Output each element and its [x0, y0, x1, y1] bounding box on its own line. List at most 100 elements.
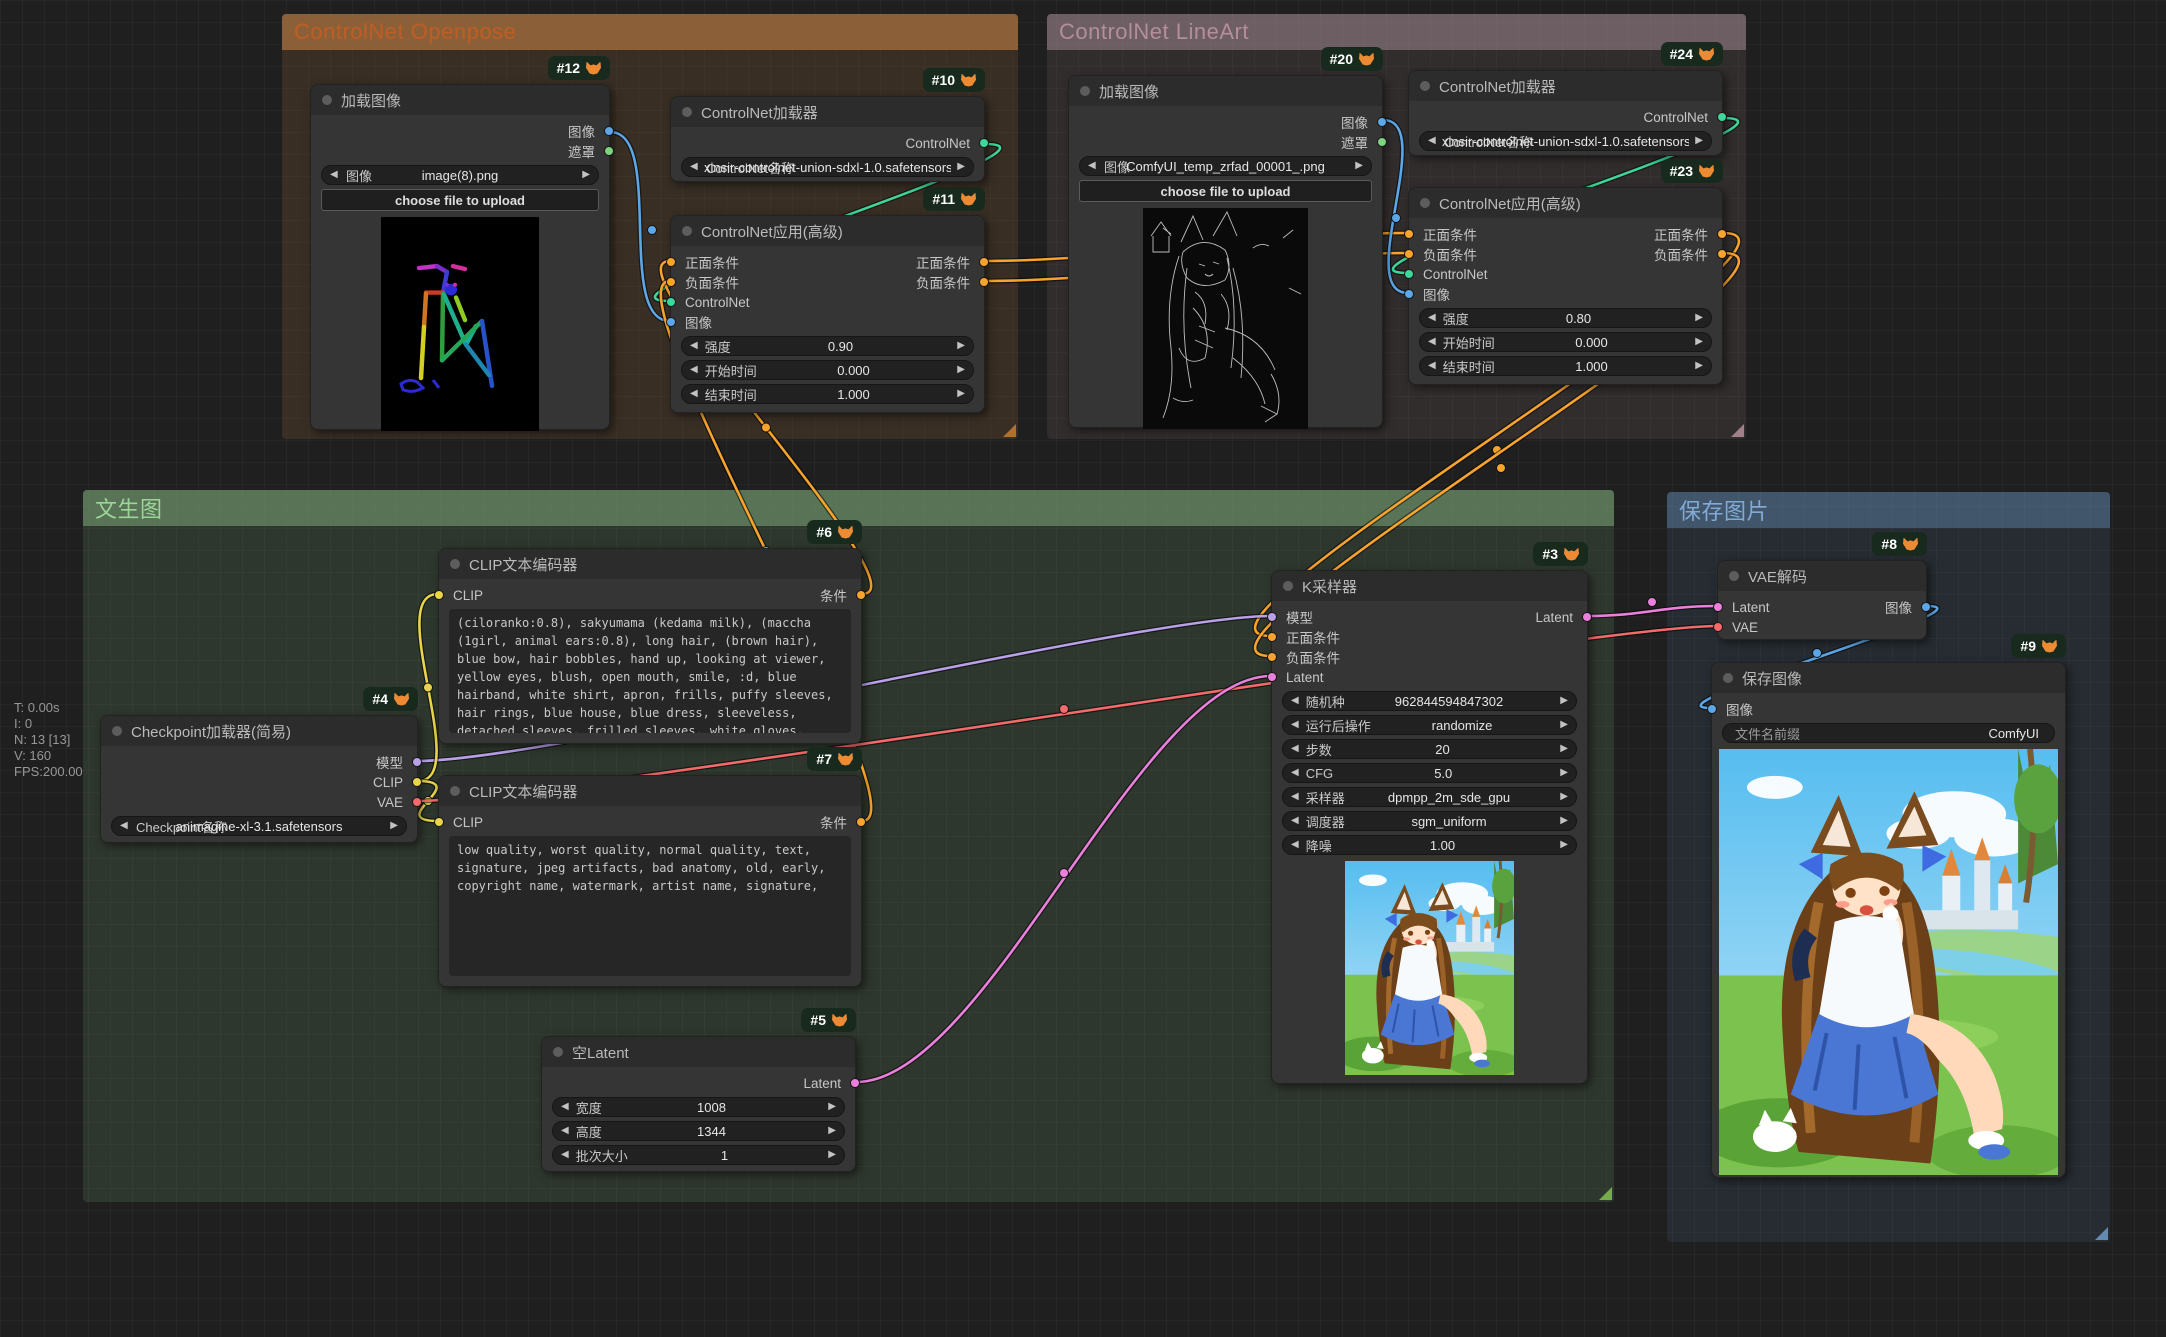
node-ControlNet应用(高级)[interactable]: ControlNet应用(高级)正面条件正面条件负面条件负面条件ControlN… [670, 215, 985, 413]
node-K采样器[interactable]: K采样器模型Latent正面条件负面条件Latent◀随机种9628445948… [1271, 570, 1588, 1084]
decrement-arrow-icon[interactable]: ◀ [1428, 337, 1436, 347]
decrement-arrow-icon[interactable]: ◀ [1291, 744, 1299, 754]
increment-arrow-icon[interactable]: ▶ [1560, 792, 1568, 802]
upload-button[interactable]: choose file to upload [1079, 180, 1372, 202]
combo-widget-Checkpoint名称[interactable]: ◀Checkpoint名称animagine-xl-3.1.safetensor… [111, 816, 407, 836]
output-port-遮罩[interactable] [1377, 137, 1387, 147]
decrement-arrow-icon[interactable]: ◀ [1291, 792, 1299, 802]
input-port-图像[interactable] [1404, 289, 1414, 299]
decrement-arrow-icon[interactable]: ◀ [561, 1102, 569, 1112]
input-port-负面条件[interactable] [666, 277, 676, 287]
node-title-bar[interactable]: 保存图像 [1712, 663, 2065, 693]
output-port-遮罩[interactable] [604, 146, 614, 156]
decrement-arrow-icon[interactable]: ◀ [561, 1126, 569, 1136]
input-port-负面条件[interactable] [1404, 249, 1414, 259]
number-widget-强度[interactable]: ◀强度0.80▶ [1419, 308, 1712, 328]
input-port-正面条件[interactable] [666, 257, 676, 267]
decrement-arrow-icon[interactable]: ◀ [690, 389, 698, 399]
node-CLIP文本编码器[interactable]: CLIP文本编码器CLIP条件low quality, worst qualit… [438, 775, 862, 987]
node-title-bar[interactable]: VAE解码 [1718, 561, 1926, 591]
input-port-VAE[interactable] [1713, 622, 1723, 632]
combo-widget-图像[interactable]: ◀图像image(8).png▶ [321, 165, 599, 185]
number-widget-降噪[interactable]: ◀降噪1.00▶ [1282, 835, 1577, 855]
node-title-bar[interactable]: 加载图像 [311, 85, 609, 115]
node-title-bar[interactable]: CLIP文本编码器 [439, 549, 861, 579]
node-title-bar[interactable]: ControlNet加载器 [1409, 71, 1722, 101]
input-port-CLIP[interactable] [434, 590, 444, 600]
number-widget-高度[interactable]: ◀高度1344▶ [552, 1121, 845, 1141]
number-widget-批次大小[interactable]: ◀批次大小1▶ [552, 1145, 845, 1165]
group-resize-handle[interactable] [2095, 1227, 2108, 1240]
number-widget-CFG[interactable]: ◀CFG5.0▶ [1282, 763, 1577, 783]
node-title-bar[interactable]: ControlNet应用(高级) [671, 216, 984, 246]
number-widget-开始时间[interactable]: ◀开始时间0.000▶ [681, 360, 974, 380]
output-port-ControlNet[interactable] [1717, 112, 1727, 122]
number-widget-步数[interactable]: ◀步数20▶ [1282, 739, 1577, 759]
input-port-正面条件[interactable] [1404, 229, 1414, 239]
group-resize-handle[interactable] [1003, 424, 1016, 437]
decrement-arrow-icon[interactable]: ◀ [1428, 313, 1436, 323]
increment-arrow-icon[interactable]: ▶ [1695, 337, 1703, 347]
decrement-arrow-icon[interactable]: ◀ [1291, 720, 1299, 730]
increment-arrow-icon[interactable]: ▶ [828, 1150, 836, 1160]
output-port-Latent[interactable] [1582, 612, 1592, 622]
number-widget-强度[interactable]: ◀强度0.90▶ [681, 336, 974, 356]
group-resize-handle[interactable] [1731, 424, 1744, 437]
combo-widget-ControlNet名称[interactable]: ◀ControlNet名称xinsir-controlnet-union-sdx… [1419, 131, 1712, 151]
increment-arrow-icon[interactable]: ▶ [1695, 361, 1703, 371]
input-port-Latent[interactable] [1713, 602, 1723, 612]
node-保存图像[interactable]: 保存图像图像文件名前缀ComfyUI [1711, 662, 2066, 1178]
node-加载图像[interactable]: 加载图像图像遮罩◀图像ComfyUI_temp_zrfad_00001_.png… [1068, 75, 1383, 428]
output-port-VAE[interactable] [412, 797, 422, 807]
output-port-正面条件[interactable] [979, 257, 989, 267]
prompt-textarea[interactable]: low quality, worst quality, normal quali… [449, 836, 851, 976]
node-CLIP文本编码器[interactable]: CLIP文本编码器CLIP条件(ciloranko:0.8), sakyumam… [438, 548, 862, 744]
output-port-条件[interactable] [856, 590, 866, 600]
input-port-图像[interactable] [666, 317, 676, 327]
group-resize-handle[interactable] [1599, 1187, 1612, 1200]
node-title-bar[interactable]: CLIP文本编码器 [439, 776, 861, 806]
output-port-CLIP[interactable] [412, 777, 422, 787]
number-widget-结束时间[interactable]: ◀结束时间1.000▶ [1419, 356, 1712, 376]
prompt-textarea[interactable]: (ciloranko:0.8), sakyumama (kedama milk)… [449, 609, 851, 733]
output-port-图像[interactable] [604, 126, 614, 136]
node-ControlNet应用(高级)[interactable]: ControlNet应用(高级)正面条件正面条件负面条件负面条件ControlN… [1408, 187, 1723, 385]
combo-widget-ControlNet名称[interactable]: ◀ControlNet名称xinsir-controlnet-union-sdx… [681, 157, 974, 177]
increment-arrow-icon[interactable]: ▶ [957, 341, 965, 351]
increment-arrow-icon[interactable]: ▶ [1560, 840, 1568, 850]
next-arrow-icon[interactable]: ▶ [390, 821, 398, 831]
decrement-arrow-icon[interactable]: ◀ [1291, 840, 1299, 850]
node-Checkpoint加载器(简易)[interactable]: Checkpoint加载器(简易)模型CLIPVAE◀Checkpoint名称a… [100, 715, 418, 843]
increment-arrow-icon[interactable]: ▶ [1560, 768, 1568, 778]
graph-canvas[interactable]: T: 0.00s I: 0 N: 13 [13] V: 160 FPS:200.… [0, 0, 2166, 1337]
next-arrow-icon[interactable]: ▶ [1355, 161, 1363, 171]
node-title-bar[interactable]: ControlNet应用(高级) [1409, 188, 1722, 218]
number-widget-采样器[interactable]: ◀采样器dpmpp_2m_sde_gpu▶ [1282, 787, 1577, 807]
prev-arrow-icon[interactable]: ◀ [330, 170, 338, 180]
decrement-arrow-icon[interactable]: ◀ [1291, 696, 1299, 706]
next-arrow-icon[interactable]: ▶ [1695, 136, 1703, 146]
node-空Latent[interactable]: 空LatentLatent◀宽度1008▶◀高度1344▶◀批次大小1▶ [541, 1036, 856, 1172]
node-VAE解码[interactable]: VAE解码Latent图像VAE [1717, 560, 1927, 640]
increment-arrow-icon[interactable]: ▶ [828, 1126, 836, 1136]
number-widget-随机种[interactable]: ◀随机种962844594847302▶ [1282, 691, 1577, 711]
increment-arrow-icon[interactable]: ▶ [1695, 313, 1703, 323]
prev-arrow-icon[interactable]: ◀ [690, 162, 698, 172]
decrement-arrow-icon[interactable]: ◀ [1428, 361, 1436, 371]
output-port-负面条件[interactable] [1717, 249, 1727, 259]
text-widget-文件名前缀[interactable]: 文件名前缀ComfyUI [1722, 723, 2055, 743]
number-widget-宽度[interactable]: ◀宽度1008▶ [552, 1097, 845, 1117]
input-port-模型[interactable] [1267, 612, 1277, 622]
group-title-bar[interactable]: 保存图片 [1667, 492, 2110, 528]
increment-arrow-icon[interactable]: ▶ [1560, 720, 1568, 730]
output-port-ControlNet[interactable] [979, 138, 989, 148]
number-widget-开始时间[interactable]: ◀开始时间0.000▶ [1419, 332, 1712, 352]
output-port-图像[interactable] [1921, 602, 1931, 612]
input-port-正面条件[interactable] [1267, 632, 1277, 642]
output-port-模型[interactable] [412, 757, 422, 767]
output-port-正面条件[interactable] [1717, 229, 1727, 239]
next-arrow-icon[interactable]: ▶ [957, 162, 965, 172]
increment-arrow-icon[interactable]: ▶ [957, 389, 965, 399]
combo-widget-图像[interactable]: ◀图像ComfyUI_temp_zrfad_00001_.png▶ [1079, 156, 1372, 176]
number-widget-调度器[interactable]: ◀调度器sgm_uniform▶ [1282, 811, 1577, 831]
